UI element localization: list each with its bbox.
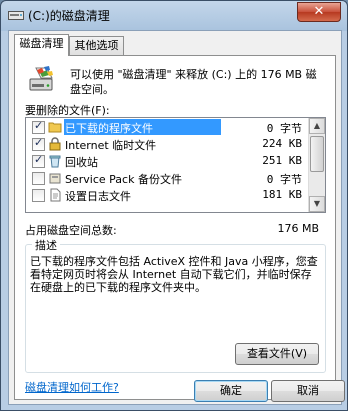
checkbox[interactable]: ✓ [32,153,45,168]
tab-disk-cleanup[interactable]: 磁盘清理 [14,34,69,56]
file-size: 251 KB [262,154,302,167]
window-title: (C:)的磁盘清理 [28,9,110,23]
disk-cleanup-icon [8,11,24,20]
file-name: 回收站 [65,156,98,169]
folder-icon [48,122,62,133]
item-highlight: 已下载的程序文件 [64,119,221,135]
scroll-up-icon[interactable]: ▲ [309,118,325,134]
description-group: 描述 已下载的程序文件包括 ActiveX 控件和 Java 小程序，您查看特定… [25,237,326,373]
file-size: 0 字节 [266,122,302,135]
vertical-scrollbar[interactable]: ▲ ▼ [308,118,325,212]
file-size: 224 KB [262,137,302,150]
description-text: 已下载的程序文件包括 ActiveX 控件和 Java 小程序，您查看特定网页时… [30,255,318,294]
checkbox[interactable] [32,189,45,202]
file-name: 已下载的程序文件 [65,122,153,135]
disk-cleanup-panel: 可以使用 "磁盘清理" 来释放 (C:) 上的 176 MB 磁 盘空间。 要删… [14,55,336,400]
title-bar[interactable]: (C:)的磁盘清理 ✕ [1,1,347,29]
tab-more-options[interactable]: 其他选项 [69,36,124,55]
document-icon [50,188,61,202]
close-button[interactable]: ✕ [297,2,341,22]
dialog-window: (C:)的磁盘清理 ✕ 磁盘清理 其他选项 可以使用 "磁盘清理" 来释放 (C… [0,0,348,411]
checkbox[interactable]: ✓ [32,136,45,151]
list-item[interactable]: Service Pack 备份文件 0 字节 [26,170,308,186]
list-item[interactable]: ✓ Internet 临时文件 224 KB [26,136,308,152]
check-mark-icon: ✓ [34,136,44,149]
file-name: Internet 临时文件 [65,139,157,152]
item-highlight: 设置日志文件 [64,187,221,203]
checkbox[interactable]: ✓ [32,119,45,134]
recycle-bin-icon [49,155,61,168]
lock-icon [49,137,61,151]
package-icon [49,173,61,184]
checkbox[interactable] [32,172,45,185]
dialog-client: 磁盘清理 其他选项 可以使用 "磁盘清理" 来释放 (C:) 上的 176 MB… [8,30,345,405]
total-value: 176 MB [277,222,319,235]
drive-broom-icon [29,66,53,91]
ok-button[interactable]: 确定 [194,380,268,402]
item-highlight: Service Pack 备份文件 [64,170,221,186]
item-highlight: 回收站 [64,153,221,169]
list-item[interactable]: ✓ 回收站 251 KB [26,153,308,169]
check-mark-icon: ✓ [34,153,44,166]
list-item[interactable]: 设置日志文件 181 KB [26,187,308,203]
summary-line-2: 盘空间。 [70,83,114,96]
file-name: Service Pack 备份文件 [65,173,182,186]
scroll-thumb[interactable] [310,136,324,172]
check-mark-icon: ✓ [34,119,44,132]
files-to-delete-label: 要删除的文件(F): [25,104,110,117]
file-size: 181 KB [262,188,302,201]
file-size: 0 字节 [266,173,302,186]
item-highlight: Internet 临时文件 [64,136,221,152]
file-list[interactable]: ✓ 已下载的程序文件 0 字节 ✓ Internet 临时文件 224 KB ✓… [25,117,326,213]
total-label: 占用磁盘空间总数: [25,224,117,237]
file-name: 设置日志文件 [65,190,131,203]
cancel-button[interactable]: 取消 [271,380,345,402]
list-item[interactable]: ✓ 已下载的程序文件 0 字节 [26,119,308,135]
summary-text: 可以使用 "磁盘清理" 来释放 (C:) 上的 176 MB 磁 盘空间。 [70,67,332,97]
description-title: 描述 [32,237,60,253]
scroll-down-icon[interactable]: ▼ [309,196,325,212]
summary-line-1: 可以使用 "磁盘清理" 来释放 (C:) 上的 176 MB 磁 [70,68,317,81]
view-files-button[interactable]: 查看文件(V) [235,343,319,365]
help-link[interactable]: 磁盘清理如何工作? [25,379,119,395]
